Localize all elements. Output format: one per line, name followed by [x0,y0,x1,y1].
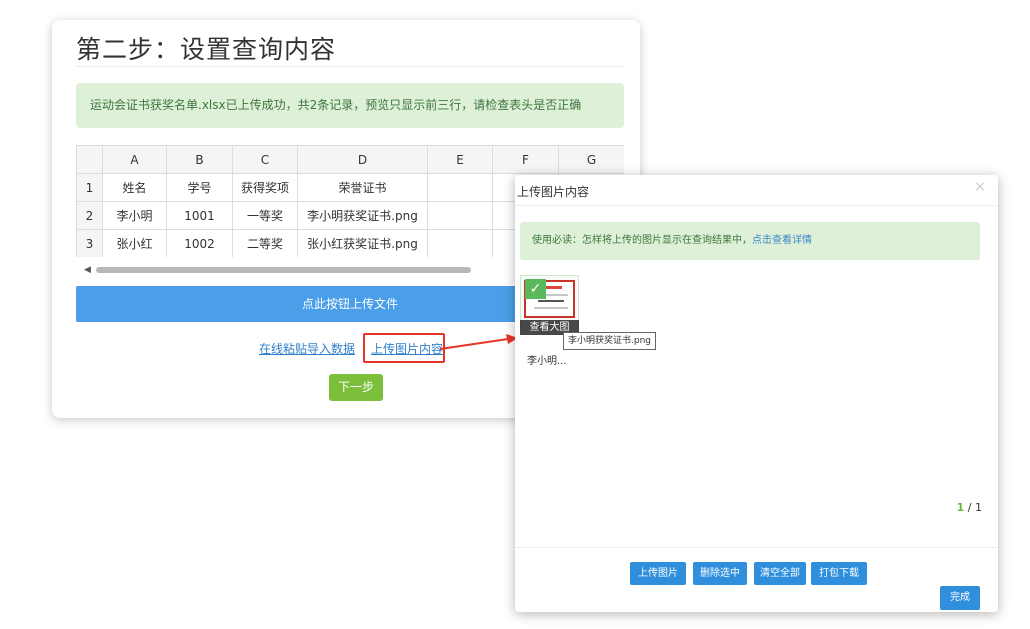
table-cell: 1002 [166,229,233,257]
table-cell: 姓名 [102,173,167,202]
table-cell: 一等奖 [232,201,298,230]
pager: 1 / 1 [957,501,982,514]
dialog-notice: 使用必读：怎样将上传的图片显示在查询结果中，点击查看详情 [520,222,980,260]
done-button[interactable]: 完成 [940,586,980,610]
pager-total: 1 [975,501,982,514]
title-divider [76,66,624,67]
row-number: 1 [76,173,103,202]
table-cell: 李小明获奖证书.png [297,201,428,230]
notice-text: 使用必读：怎样将上传的图片显示在查询结果中， [532,235,752,246]
filename-tooltip: 李小明获奖证书.png [563,332,656,350]
table-cell [427,229,493,257]
dialog-divider [515,205,998,206]
table-cell: 李小明 [102,201,167,230]
table-cell: 二等奖 [232,229,298,257]
scroll-left-icon[interactable]: ◀ [84,264,91,276]
dialog-title: 上传图片内容 [517,185,590,199]
paste-import-link[interactable]: 在线粘贴导入数据 [259,340,355,357]
column-header-row: A B C D E F G [76,145,624,174]
red-arrow-icon [440,334,518,350]
checkmark-icon[interactable]: ✓ [525,279,546,299]
scrollbar-thumb[interactable] [96,267,471,273]
footer-divider [515,547,998,548]
upload-image-button[interactable]: 上传图片 [630,562,686,585]
highlight-annotation-box [363,333,445,363]
row-number: 3 [76,229,103,257]
table-cell [427,173,493,202]
column-header: B [166,145,233,174]
row-number: 2 [76,201,103,230]
column-header: A [102,145,167,174]
table-cell: 张小红获奖证书.png [297,229,428,257]
close-icon[interactable]: × [974,179,986,195]
column-header: D [297,145,428,174]
corner-cell [76,145,103,174]
view-details-link[interactable]: 点击查看详情 [752,235,812,246]
pager-separator: / [964,501,975,514]
thumbnail-caption: 李小明... [527,356,567,367]
column-header: G [558,145,624,174]
table-cell [427,201,493,230]
upload-image-dialog: 上传图片内容 × 使用必读：怎样将上传的图片显示在查询结果中，点击查看详情 ✓ … [515,175,998,612]
column-header: E [427,145,493,174]
table-cell: 荣誉证书 [297,173,428,202]
table-cell: 学号 [166,173,233,202]
table-cell: 1001 [166,201,233,230]
clear-all-button[interactable]: 清空全部 [754,562,806,585]
delete-selected-button[interactable]: 删除选中 [693,562,747,585]
next-step-button[interactable]: 下一步 [329,374,383,401]
table-cell: 获得奖项 [232,173,298,202]
page-title: 第二步：设置查询内容 [76,35,337,64]
pack-download-button[interactable]: 打包下载 [811,562,867,585]
upload-success-notice: 运动会证书获奖名单.xlsx已上传成功，共2条记录，预览只显示前三行，请检查表头… [76,83,624,128]
column-header: C [232,145,298,174]
table-cell: 张小红 [102,229,167,257]
column-header: F [492,145,559,174]
